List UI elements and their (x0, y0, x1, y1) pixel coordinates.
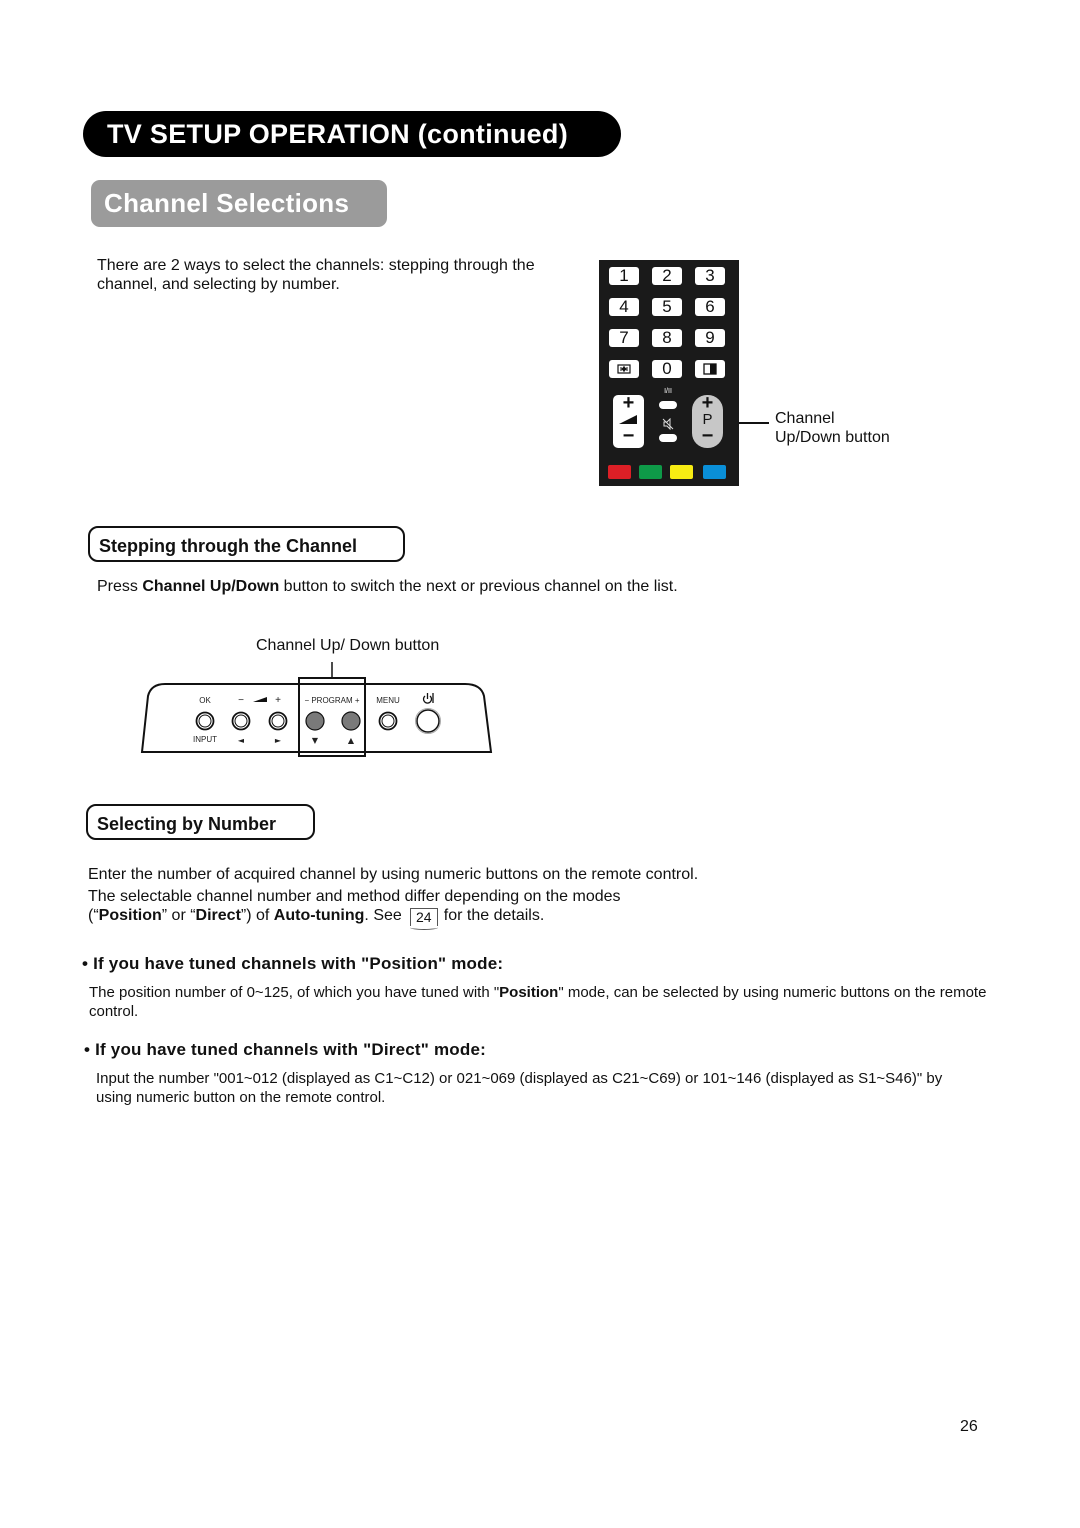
selecting-heading: Selecting by Number (86, 804, 315, 840)
green-key (639, 465, 662, 479)
power-button (416, 709, 440, 733)
volume-ramp-icon (253, 697, 267, 702)
remote-key-7: 7 (609, 329, 639, 347)
panel-diagram-label: Channel Up/ Down button (256, 637, 440, 654)
remote-key-9: 9 (695, 329, 725, 347)
selecting-line1: Enter the number of acquired channel by … (88, 866, 699, 883)
callout-line (739, 422, 769, 424)
program-minus-label: − (701, 425, 714, 447)
details-text: for the details. (443, 907, 545, 924)
position-text-prefix: The position number of 0~125, of which y… (89, 984, 500, 1001)
stepping-heading: Stepping through the Channel (88, 526, 405, 562)
blue-key (703, 465, 726, 479)
position-text-bold: Position (499, 984, 559, 1001)
remote-key-2: 2 (652, 267, 682, 285)
yellow-key (670, 465, 693, 479)
page-number: 26 (960, 1418, 978, 1435)
audio-mode-label: I/II (664, 388, 672, 395)
remote-key-1: 1 (609, 267, 639, 285)
open-quote: (“ (88, 907, 99, 924)
volume-ramp-icon (619, 415, 637, 424)
of-text: ”) of (240, 907, 274, 924)
up-arrow-label: ▲ (348, 736, 355, 745)
remote-key-text-hold (609, 360, 639, 378)
direct-mode-heading-text: If you have tuned channels with "Direct"… (95, 1040, 486, 1059)
direct-mode-text: Input the number "001~012 (displayed as … (96, 1070, 943, 1106)
text-hold-icon (617, 364, 631, 374)
down-arrow-label: ▼ (312, 736, 319, 745)
remote-key-6: 6 (695, 298, 725, 316)
see-text: . See (364, 907, 402, 924)
section-title: Channel Selections (91, 180, 387, 227)
program-rocker: + P − (692, 392, 723, 448)
mute-button (659, 434, 677, 442)
program-label: − PROGRAM + (304, 696, 359, 705)
remote-key-4: 4 (609, 298, 639, 316)
remote-control-illustration: 1 2 3 4 5 6 7 8 9 0 + − I/II + P − (599, 260, 739, 486)
direct-term: Direct (195, 907, 241, 924)
page-title: TV SETUP OPERATION (continued) (83, 111, 621, 157)
remote-callout-label: Channel Up/Down button (775, 409, 890, 447)
left-arrow-label: ◄ (238, 736, 245, 745)
audio-mode-button (659, 401, 677, 409)
selecting-line2: The selectable channel number and method… (88, 888, 621, 905)
vol-minus-label: − (238, 695, 244, 706)
menu-label: MENU (376, 696, 400, 705)
stepping-text-suffix: button to switch the next or previous ch… (279, 578, 678, 595)
position-mode-heading-text: If you have tuned channels with "Positio… (93, 954, 504, 973)
volume-minus-label: − (622, 425, 635, 447)
program-down-button (305, 711, 325, 731)
or-text: ” or “ (161, 907, 196, 924)
input-label: INPUT (193, 735, 217, 744)
right-arrow-label: ► (275, 736, 282, 745)
auto-tuning-term: Auto-tuning (273, 907, 365, 924)
ok-label: OK (199, 696, 211, 705)
power-icon (422, 693, 434, 704)
stepping-text: Press Channel Up/Down button to switch t… (97, 577, 678, 596)
callout-line1: Channel (775, 410, 835, 427)
position-term: Position (98, 907, 162, 924)
callout-line2: Up/Down button (775, 429, 890, 446)
volume-plus-label: + (622, 392, 635, 414)
page-reference-icon[interactable]: 24 (409, 908, 438, 930)
position-mode-text: The position number of 0~125, of which y… (89, 983, 989, 1021)
remote-key-5: 5 (652, 298, 682, 316)
stepping-text-bold: Channel Up/Down (142, 578, 280, 595)
remote-key-picture (695, 360, 725, 378)
tv-control-panel-diagram: OK INPUT − + ◄ ► − PROGRAM + ▼ ▲ MENU (140, 662, 493, 757)
bullet-icon: • (82, 954, 89, 973)
vol-plus-label: + (275, 695, 281, 706)
mute-icon (662, 418, 674, 430)
remote-key-8: 8 (652, 329, 682, 347)
bullet-icon: • (84, 1040, 91, 1059)
intro-text: There are 2 ways to select the channels:… (97, 257, 535, 293)
program-up-button (341, 711, 361, 731)
stepping-text-prefix: Press (97, 578, 143, 595)
remote-key-3: 3 (695, 267, 725, 285)
selecting-line3: (“Position” or “Direct”) of Auto-tuning.… (88, 906, 545, 930)
picture-mode-icon (703, 363, 717, 375)
position-mode-heading: • If you have tuned channels with "Posit… (82, 954, 503, 974)
remote-key-0: 0 (652, 360, 682, 378)
red-key (608, 465, 631, 479)
volume-rocker: + − (613, 392, 644, 448)
direct-mode-heading: • If you have tuned channels with "Direc… (84, 1040, 486, 1060)
